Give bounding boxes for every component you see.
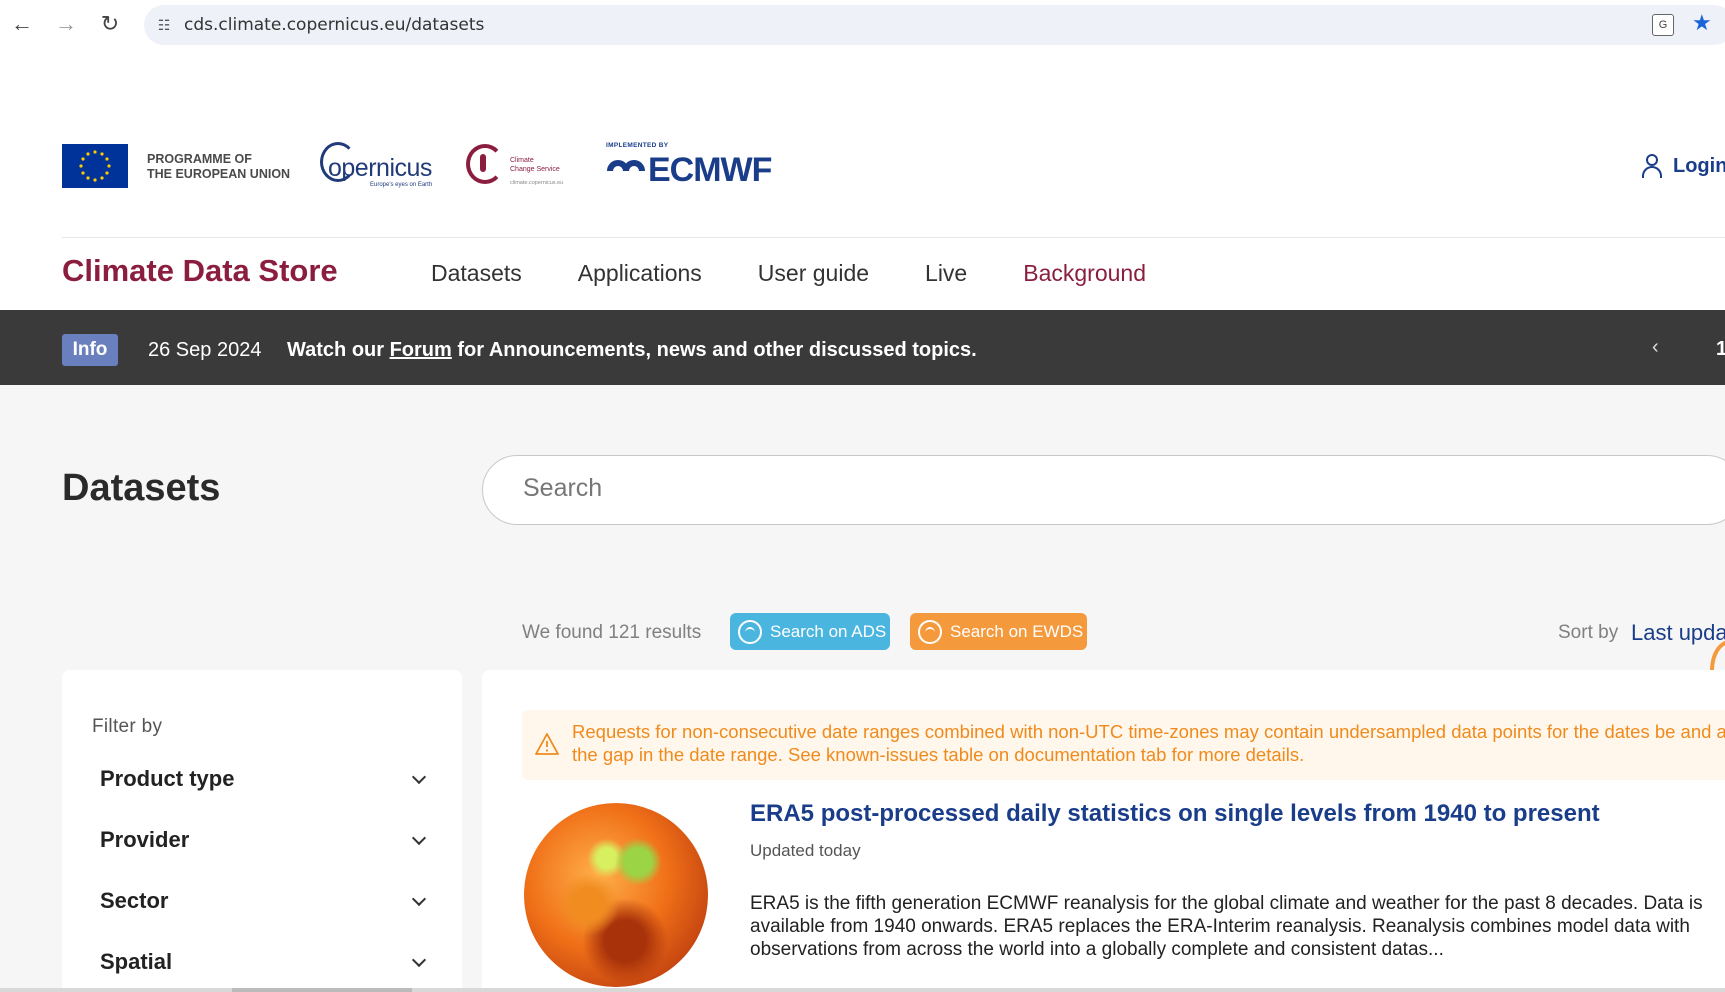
sort-select[interactable]: Last upda: [1631, 620, 1725, 646]
bookmark-star-icon[interactable]: ★: [1692, 10, 1712, 36]
dataset-description: ERA5 is the fifth generation ECMWF reana…: [750, 893, 1703, 960]
site-info-icon[interactable]: ☷: [144, 17, 184, 34]
search-input[interactable]: [523, 474, 1623, 503]
ads-logo-icon: [738, 619, 762, 644]
user-icon: [1641, 154, 1663, 178]
chevron-down-icon: [411, 891, 427, 907]
chevron-down-icon: [411, 830, 427, 846]
chevron-down-icon: [411, 769, 427, 785]
dataset-title-link[interactable]: ERA5 post-processed daily statistics on …: [750, 800, 1600, 828]
page-title: Datasets: [62, 467, 221, 509]
ewds-logo-icon: [918, 619, 942, 644]
copernicus-logo[interactable]: opernicus Europe's eyes on Earth: [320, 140, 444, 190]
results-count: We found 121 results: [522, 622, 702, 643]
sort-label: Sort by: [1558, 622, 1619, 643]
back-arrow-icon[interactable]: ←: [0, 2, 44, 46]
banner-prev-chevron-icon[interactable]: ‹: [1652, 336, 1659, 359]
dataset-updated: Updated today: [750, 841, 861, 860]
partner-logos: PROGRAMME OF THE EUROPEAN UNION opernicu…: [62, 138, 1725, 200]
translate-icon[interactable]: G: [1652, 14, 1674, 36]
forum-link[interactable]: Forum: [390, 339, 452, 361]
site-title[interactable]: Climate Data Store: [62, 253, 338, 289]
main-content: Datasets We found 121 results Search on …: [0, 385, 1725, 992]
banner-message: Watch our Forum for Announcements, news …: [287, 339, 977, 361]
reload-icon[interactable]: ↻: [88, 2, 132, 46]
climate-change-service-logo[interactable]: Climate Change Service climate.copernicu…: [466, 140, 586, 190]
dataset-thumbnail[interactable]: [524, 803, 708, 987]
login-button[interactable]: Login: [1641, 154, 1725, 178]
warning-triangle-icon: [535, 733, 559, 755]
login-label: Login: [1673, 154, 1725, 177]
banner-date: 26 Sep 2024: [148, 339, 262, 361]
ecmwf-mark-icon: [607, 160, 645, 172]
nav-item-applications[interactable]: Applications: [578, 260, 702, 287]
forward-arrow-icon[interactable]: →: [44, 2, 88, 46]
address-bar[interactable]: ☷ cds.climate.copernicus.eu/datasets: [144, 5, 1725, 45]
eu-programme-text: PROGRAMME OF THE EUROPEAN UNION: [147, 152, 291, 181]
thermometer-icon: [480, 154, 486, 172]
browser-toolbar: ← → ↻ ☷ cds.climate.copernicus.eu/datase…: [0, 0, 1725, 48]
url-text[interactable]: cds.climate.copernicus.eu/datasets: [184, 15, 484, 35]
eu-flag-logo: [62, 144, 128, 188]
ecmwf-logo[interactable]: IMPLEMENTED BY ECMWF: [606, 138, 786, 194]
banner-page-indicator[interactable]: 1: [1716, 338, 1725, 361]
chevron-down-icon: [411, 952, 427, 968]
horizontal-scrollbar[interactable]: [0, 988, 1725, 992]
results-panel: Requests for non-consecutive date ranges…: [482, 670, 1725, 992]
search-on-ads-button[interactable]: Search on ADS: [730, 613, 890, 650]
info-badge: Info: [62, 334, 118, 366]
nav-item-live[interactable]: Live: [925, 260, 967, 287]
header-divider: [62, 237, 1725, 238]
info-banner: Info 26 Sep 2024 Watch our Forum for Ann…: [0, 310, 1725, 385]
warning-text: Requests for non-consecutive date ranges…: [572, 721, 1725, 765]
filter-provider[interactable]: Provider: [100, 827, 430, 853]
filter-title: Filter by: [92, 716, 163, 737]
nav-item-background[interactable]: Background: [1023, 260, 1146, 287]
search-on-ewds-button[interactable]: Search on EWDS: [910, 613, 1087, 650]
filter-sector[interactable]: Sector: [100, 888, 430, 914]
nav-item-user-guide[interactable]: User guide: [758, 260, 869, 287]
filter-panel: Filter by Product type Provider Sector S…: [62, 670, 462, 992]
filter-product-type[interactable]: Product type: [100, 766, 430, 792]
nav-item-datasets[interactable]: Datasets: [431, 260, 522, 287]
warning-notice: Requests for non-consecutive date ranges…: [522, 710, 1725, 780]
filter-spatial[interactable]: Spatial: [100, 949, 430, 975]
main-nav: Datasets Applications User guide Live Ba…: [431, 260, 1202, 287]
search-box[interactable]: [482, 455, 1725, 525]
